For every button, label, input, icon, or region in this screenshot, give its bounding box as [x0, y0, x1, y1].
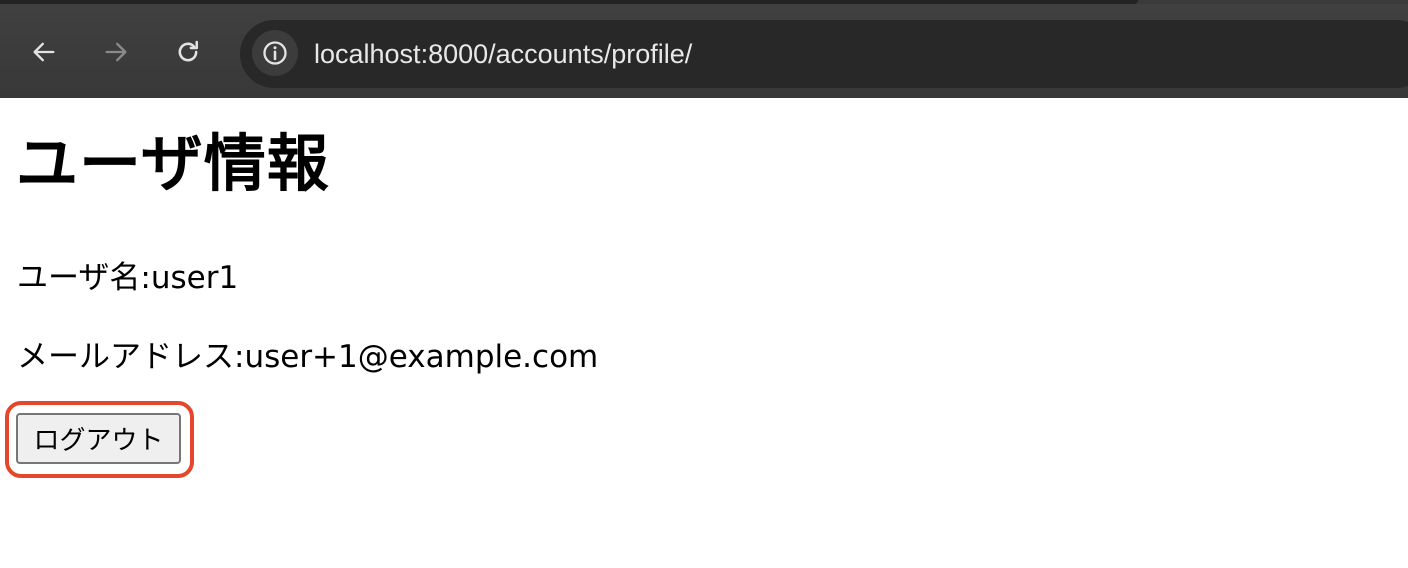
back-button[interactable]: [26, 34, 62, 70]
forward-button[interactable]: [98, 34, 134, 70]
url-text[interactable]: localhost:8000/accounts/profile/: [314, 38, 692, 70]
reload-button[interactable]: [170, 34, 206, 70]
arrow-left-icon: [33, 42, 55, 62]
info-icon: [263, 41, 287, 65]
page-content: ユーザ情報 ユーザ名:user1 メールアドレス:user+1@example.…: [0, 98, 1408, 568]
site-info-button[interactable]: [252, 30, 298, 76]
username-text: ユーザ名:user1: [17, 260, 239, 296]
email-text: メールアドレス:user+1@example.com: [17, 339, 599, 375]
reload-icon: [178, 40, 199, 62]
arrow-right-icon: [105, 42, 127, 62]
browser-toolbar: localhost:8000/accounts/profile/: [0, 4, 1408, 98]
address-bar[interactable]: localhost:8000/accounts/profile/: [240, 20, 1408, 88]
browser-chrome: localhost:8000/accounts/profile/: [0, 0, 1408, 98]
page-title: ユーザ情報: [16, 127, 330, 200]
logout-button[interactable]: ログアウト: [16, 413, 181, 464]
